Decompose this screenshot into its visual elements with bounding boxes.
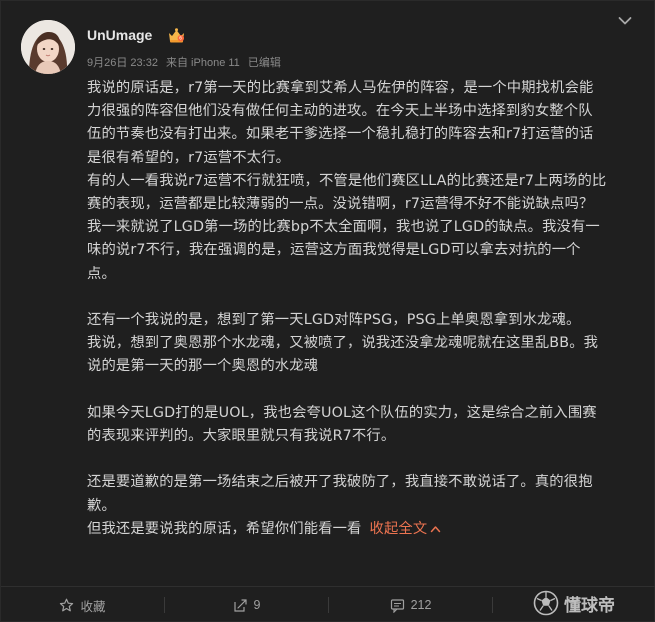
content-line: 如果今天LGD打的是UOL，我也会夸UOL这个队伍的实力，这是综合之前入围赛	[87, 404, 597, 421]
content-line: 点。	[87, 265, 116, 282]
post-source: 来自 iPhone 11	[166, 57, 240, 69]
content-line: 是很有希望的，r7运营不太行。	[87, 149, 291, 166]
content-line: 的表现来评判的。大家眼里就只有我说R7不行。	[87, 428, 396, 445]
content-line: 歉。	[87, 497, 116, 514]
content-last-line: 但我还是要说我的原话，希望你们能看一看 收起全文	[87, 518, 635, 541]
content-line: 但我还是要说我的原话，希望你们能看一看	[87, 520, 362, 537]
repost-count: 9	[253, 598, 261, 612]
content-line: 力很强的阵容但他们没有做任何主动的进攻。在今天上半场中选择到豹女整个队	[87, 103, 593, 120]
soccer-ball-icon	[533, 590, 559, 616]
post-edited[interactable]: 已编辑	[248, 57, 281, 69]
watermark-text: 懂球帝	[564, 595, 615, 616]
content-line: 说的是第一天的那一个奥恩的水龙魂	[87, 358, 319, 375]
chevron-up-icon[interactable]	[430, 525, 441, 533]
repost-icon	[233, 598, 247, 612]
weibo-post-card: UnUmage 6 9月26日 23:32 来自 iPhone 11 已编辑 我…	[0, 0, 655, 622]
post-content: 我说的原话是，r7第一天的比赛拿到艾希人马佐伊的阵容，是一个中期找机会能 力很强…	[87, 77, 635, 541]
divider	[492, 597, 493, 613]
favorite-button[interactable]: 收藏	[1, 596, 164, 615]
content-line: 我说的原话是，r7第一天的比赛拿到艾希人马佐伊的阵容，是一个中期找机会能	[87, 80, 594, 96]
star-icon	[60, 598, 74, 611]
collapse-full-text-link[interactable]: 收起全文	[370, 521, 442, 537]
comment-button[interactable]: 212	[329, 598, 492, 613]
comment-count: 212	[410, 598, 432, 612]
username[interactable]: UnUmage	[87, 27, 152, 43]
content-line: 赛的表现，运营都是比较薄弱的一点。没说错啊，r7运营得不好不能说缺点吗？	[87, 196, 594, 213]
post-meta: 9月26日 23:32 来自 iPhone 11 已编辑	[87, 54, 286, 70]
favorite-label: 收藏	[80, 599, 106, 614]
content-line: 伍的节奏也没有打出来。如果老干爹选择一个稳扎稳打的阵容去和r7打运营的话	[87, 126, 594, 143]
svg-text:6: 6	[179, 36, 182, 41]
content-line: 我说，想到了奥恩那个水龙魂，又被喷了，说我还没拿龙魂呢就在这里乱BB。我	[87, 335, 599, 352]
comment-icon	[390, 598, 404, 613]
collapse-label[interactable]: 收起全文	[370, 521, 428, 537]
post-time[interactable]: 9月26日 23:32	[87, 57, 158, 69]
dongqiudi-watermark: 懂球帝	[533, 585, 615, 621]
vip-crown-icon[interactable]: 6	[167, 27, 186, 44]
content-line: 还有一个我说的是，想到了第一天LGD对阵PSG，PSG上单奥恩拿到水龙魂。	[87, 312, 581, 329]
user-avatar[interactable]	[21, 20, 75, 74]
content-line: 还是要道歉的是第一场结束之后被开了我破防了，我直接不敢说话了。真的很抱	[87, 474, 593, 491]
avatar-photo	[21, 20, 75, 74]
content-line: 有的人一看我说r7运营不行就狂喷，不管是他们赛区LLA的比赛还是r7上两场的比	[87, 172, 607, 189]
chevron-down-icon[interactable]	[618, 16, 632, 26]
content-line: 味的说r7不行，我在强调的是，运营这方面我觉得是LGD可以拿去对抗的一个	[87, 242, 581, 259]
repost-button[interactable]: 9	[165, 598, 328, 613]
content-line: 我一来就说了LGD第一场的比赛bp不太全面啊，我也说了LGD的缺点。我没有一	[87, 219, 600, 236]
